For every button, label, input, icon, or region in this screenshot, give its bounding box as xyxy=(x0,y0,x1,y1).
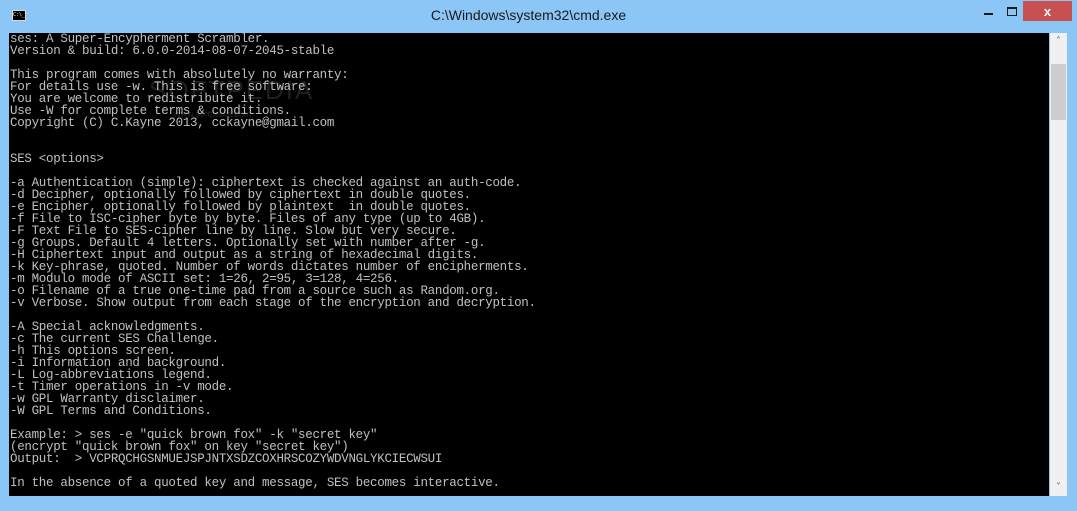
maximize-icon xyxy=(1007,6,1017,16)
console-line: -W GPL Terms and Conditions. xyxy=(10,404,212,418)
scroll-up-arrow-icon[interactable]: ˄ xyxy=(1050,33,1067,50)
console-line: -v Verbose. Show output from each stage … xyxy=(10,296,536,310)
title-bar[interactable]: C:\_ C:\Windows\system32\cmd.exe x xyxy=(0,0,1077,32)
minimize-button[interactable] xyxy=(975,1,1001,21)
console-line: SES <options> xyxy=(10,152,104,166)
console-output[interactable]: ses: A Super-Encypherment Scrambler. Vers… xyxy=(9,33,1049,496)
scroll-down-arrow-icon[interactable]: ˅ xyxy=(1050,479,1067,496)
maximize-button[interactable] xyxy=(1001,1,1023,21)
scrollbar-thumb[interactable] xyxy=(1051,64,1066,120)
window-title: C:\Windows\system32\cmd.exe xyxy=(0,7,1077,23)
console-line: Version & build: 6.0.0-2014-08-07-2045-s… xyxy=(10,44,335,58)
console-line: Copyright (C) C.Kayne 2013, cckayne@gmai… xyxy=(10,116,335,130)
minimize-icon xyxy=(983,13,993,15)
window-title-text: C:\Windows\system32\cmd.exe xyxy=(430,7,627,23)
close-icon: x xyxy=(1043,3,1052,19)
console-line: Output: > VCPRQCHGSNMUEJSPJNTXSDZCOXHRSC… xyxy=(10,452,443,466)
close-button[interactable]: x xyxy=(1023,1,1072,21)
vertical-scrollbar[interactable]: ˄ ˅ xyxy=(1050,33,1067,496)
console-line: In the absence of a quoted key and messa… xyxy=(10,476,500,490)
console-text: ses: A Super-Encypherment Scrambler. Vers… xyxy=(9,33,1049,489)
